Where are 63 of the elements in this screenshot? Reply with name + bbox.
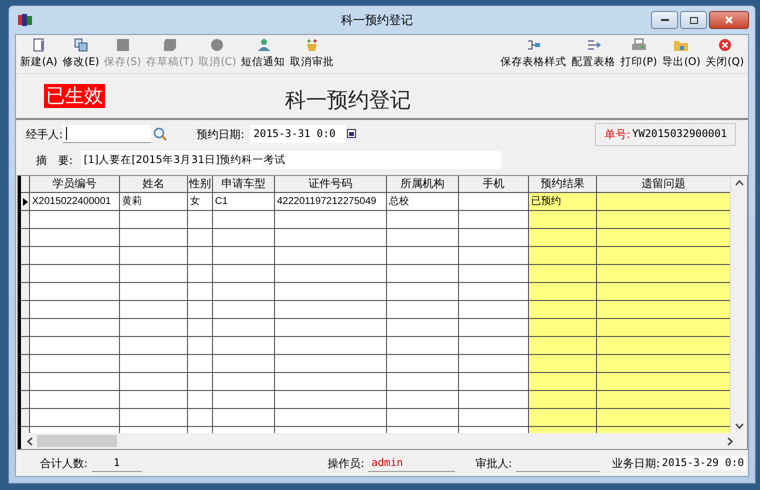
count-label: 合计人数: <box>40 456 88 470</box>
column-header[interactable]: 姓名 <box>120 176 187 193</box>
toolbar-button[interactable]: 导出(O) <box>660 37 703 73</box>
handler-label: 经手人: <box>26 126 63 142</box>
column-header[interactable]: 申请车型 <box>213 176 274 193</box>
form-heading: 科一预约登记 <box>285 87 411 114</box>
toolbar-button[interactable]: 取消审批 <box>288 37 336 73</box>
toolbar-button[interactable]: 新建(A) <box>18 37 60 73</box>
close-icon <box>725 16 733 24</box>
toolbar-button[interactable]: 打印(P) <box>618 37 660 73</box>
copy-icon <box>72 38 89 52</box>
table-cell-text: C1 <box>214 195 229 209</box>
column-header[interactable]: 遗留问题 <box>597 176 730 193</box>
table-save-icon <box>526 38 542 52</box>
minimize-button[interactable] <box>651 11 678 29</box>
column-header[interactable]: 所属机构 <box>387 176 458 193</box>
count-value: 1 <box>92 454 142 472</box>
minimize-icon <box>660 19 668 21</box>
maximize-icon <box>690 16 698 24</box>
maximize-button[interactable] <box>680 11 707 29</box>
toolbar-button[interactable]: 关闭(Q) <box>704 37 746 73</box>
toolbar-button[interactable]: 配置表格 <box>570 37 618 73</box>
order-number: YW2015032900001 <box>632 128 727 140</box>
date-field[interactable]: 2015-3-31 0:0 <box>250 125 346 143</box>
sheet-icon <box>162 38 178 52</box>
column-header[interactable]: 性别 <box>188 176 212 193</box>
page-icon <box>30 38 47 52</box>
handler-field[interactable] <box>62 125 151 143</box>
calendar-icon[interactable] <box>347 129 358 139</box>
printer-icon <box>630 38 647 52</box>
scroll-thumb[interactable] <box>37 435 117 447</box>
toolbar-button[interactable]: 短信通知 <box>239 37 288 73</box>
window-title: 科一预约登记 <box>341 12 413 28</box>
status-stamp: 已生效 <box>44 84 105 108</box>
table-cell-text: 已预约 <box>530 195 562 209</box>
business-date-label: 业务日期: <box>612 456 660 470</box>
table-cell-text: 黄莉 <box>121 194 143 209</box>
approver-label: 审批人: <box>475 456 512 470</box>
toolbar-button[interactable]: 保存表格样式 <box>498 37 569 73</box>
table-cell-text: 女 <box>189 195 201 209</box>
business-date-field[interactable]: 2015-3-29 0:0 <box>660 456 746 470</box>
table-cell-text: 422201197212275049 <box>276 195 378 209</box>
order-label: 单号: <box>604 126 630 142</box>
close-button[interactable] <box>709 11 749 29</box>
toolbar-button[interactable]: 修改(E) <box>60 37 102 73</box>
table-config-icon <box>586 38 602 52</box>
table-cell-text: 总校 <box>388 194 410 209</box>
operator-value: admin <box>368 454 456 472</box>
cancel-icon <box>209 38 226 52</box>
column-header[interactable]: 学员编号 <box>30 176 119 193</box>
person-icon <box>255 38 272 52</box>
column-header[interactable]: 手机 <box>459 176 528 193</box>
close-icon <box>716 38 733 52</box>
operator-label: 操作员: <box>328 456 364 470</box>
date-label: 预约日期: <box>196 126 244 142</box>
folder-icon <box>673 38 690 52</box>
summary-label: 摘 要: <box>36 152 73 168</box>
search-icon[interactable] <box>152 127 167 141</box>
column-header[interactable]: 证件号码 <box>275 176 386 193</box>
column-header[interactable]: 预约结果 <box>529 176 596 193</box>
table-cell-text: X2015022400001 <box>31 195 112 209</box>
summary-field[interactable]: [1]人要在[2015年3月31日]预约科一考试 <box>80 151 501 169</box>
app-icon <box>17 13 33 27</box>
